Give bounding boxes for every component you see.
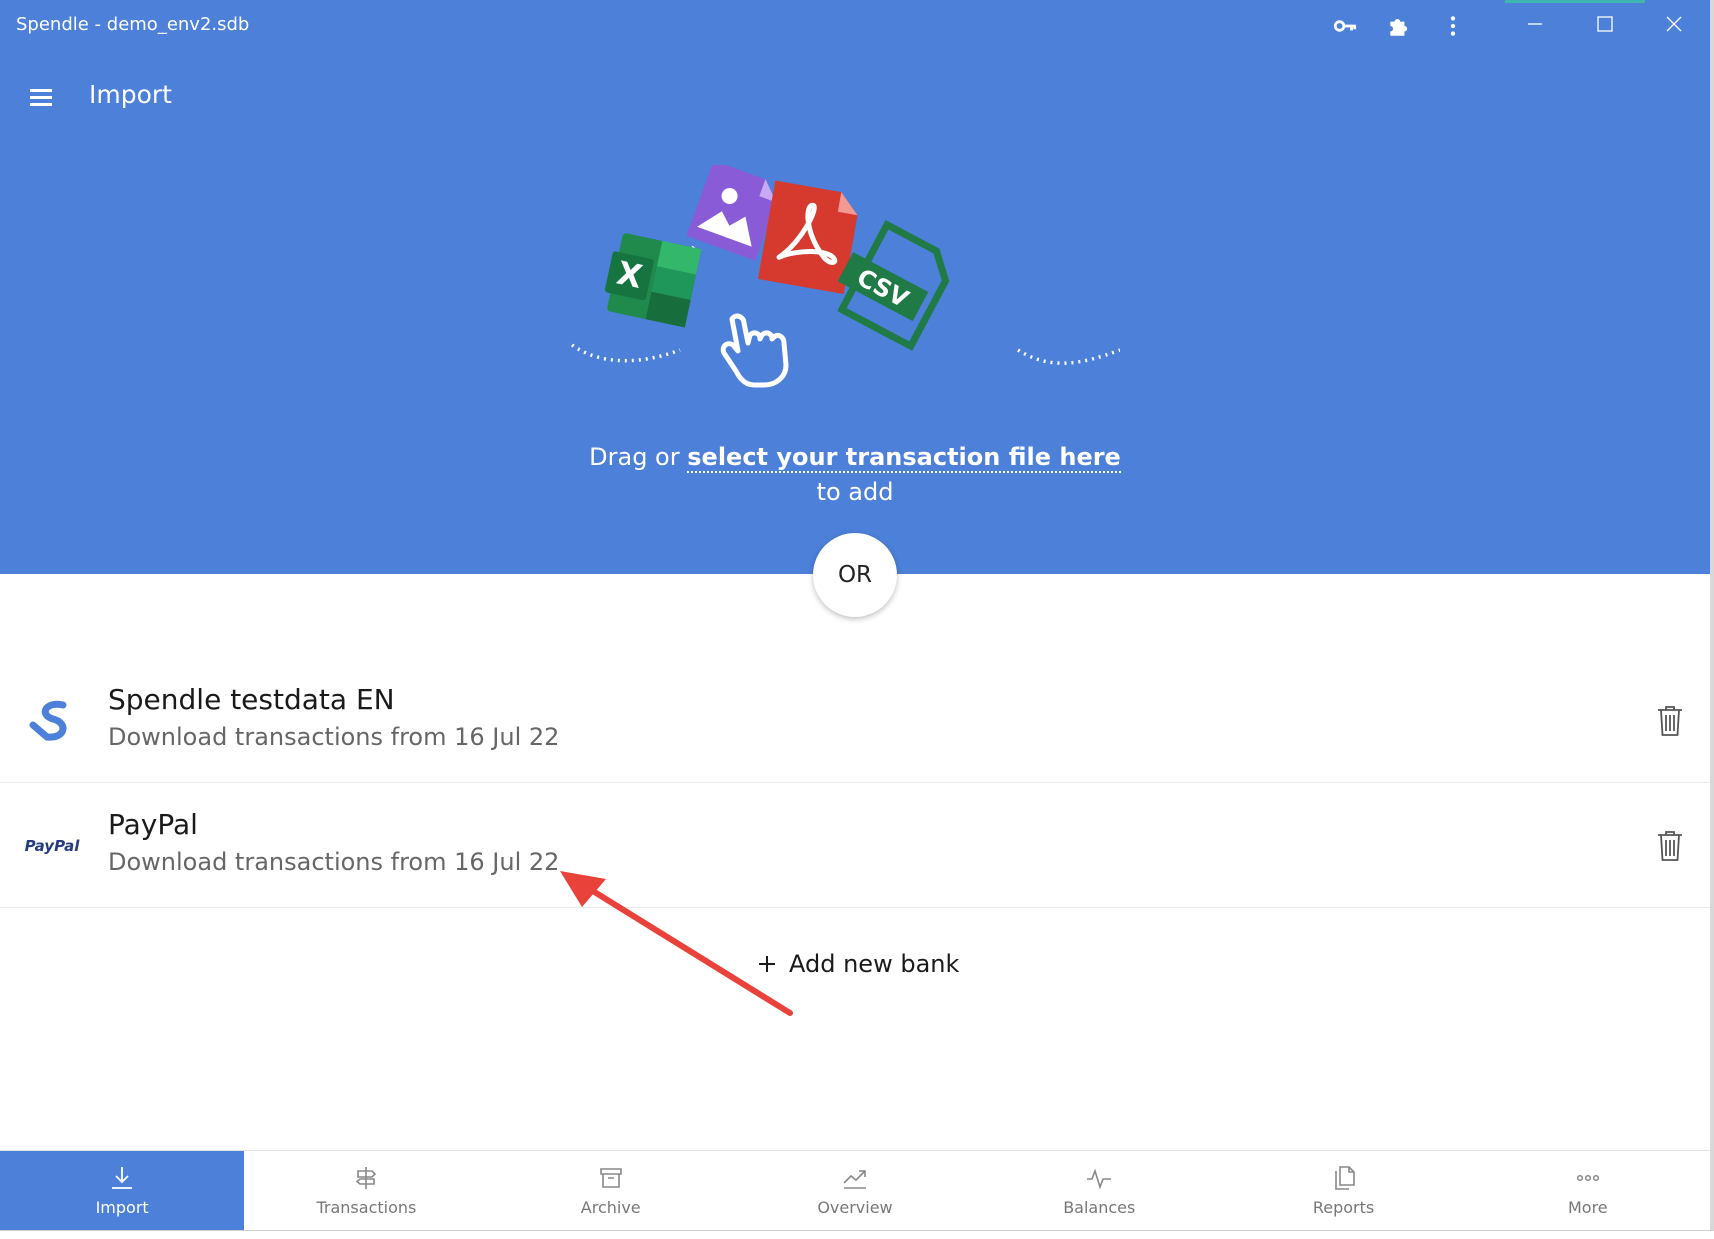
archive-icon	[599, 1168, 622, 1188]
or-separator: OR	[813, 533, 897, 617]
window-frame-bottom	[0, 1230, 1714, 1239]
drop-suffix: to add	[816, 478, 894, 506]
app-window: Spendle - demo_env2.sdb Import X CSV Dra…	[0, 0, 1714, 1239]
nav-label: Archive	[580, 1198, 641, 1217]
extensions-button[interactable]	[1381, 8, 1417, 44]
nav-label: Transactions	[316, 1198, 417, 1217]
import-dropzone[interactable]: Spendle - demo_env2.sdb Import X CSV Dra…	[0, 0, 1714, 574]
trash-icon	[1658, 706, 1682, 736]
bank-subtitle: Download transactions from 16 Jul 22	[108, 848, 560, 876]
file-types-illustration: X CSV	[570, 165, 1120, 388]
nav-label: Balances	[1063, 1198, 1136, 1217]
bank-row-spendle[interactable]: Spendle testdata EN Download transaction…	[0, 659, 1710, 783]
kebab-icon	[1450, 16, 1456, 36]
excel-file-icon: X	[604, 233, 702, 328]
minimize-button[interactable]	[1505, 4, 1565, 44]
bottom-navigation: Import Transactions Archive Overview Bal…	[0, 1150, 1710, 1230]
download-icon	[112, 1167, 133, 1189]
hand-pointer-icon	[720, 313, 789, 388]
nav-archive[interactable]: Archive	[489, 1151, 733, 1230]
window-title: Spendle - demo_env2.sdb	[16, 14, 250, 35]
bank-subtitle: Download transactions from 16 Jul 22	[108, 723, 560, 751]
maximize-icon	[1597, 16, 1613, 32]
nav-balances[interactable]: Balances	[977, 1151, 1221, 1230]
nav-more[interactable]: More	[1466, 1151, 1710, 1230]
more-dots-icon	[1576, 1174, 1599, 1182]
hamburger-icon	[30, 89, 52, 106]
bank-name: PayPal	[108, 808, 198, 841]
more-menu-button[interactable]	[1435, 8, 1471, 44]
close-button[interactable]	[1644, 4, 1704, 44]
bank-row-paypal[interactable]: PayPal PayPal Download transactions from…	[0, 784, 1710, 908]
signpost-icon	[356, 1167, 377, 1189]
pulse-icon	[1087, 1168, 1112, 1190]
nav-reports[interactable]: Reports	[1221, 1151, 1465, 1230]
annotation-arrow	[560, 871, 793, 1016]
reports-icon	[1334, 1166, 1355, 1190]
nav-label: Overview	[817, 1198, 893, 1217]
spendle-logo-icon	[22, 695, 82, 747]
trend-icon	[843, 1170, 866, 1189]
bank-name: Spendle testdata EN	[108, 683, 395, 716]
puzzle-icon	[1390, 18, 1408, 36]
paypal-logo-text: PayPal	[24, 837, 80, 855]
trash-icon	[1658, 831, 1682, 861]
nav-transactions[interactable]: Transactions	[244, 1151, 488, 1230]
hamburger-menu-button[interactable]	[24, 80, 60, 116]
close-icon	[1666, 16, 1682, 32]
nav-overview[interactable]: Overview	[733, 1151, 977, 1230]
maximize-button[interactable]	[1575, 4, 1635, 44]
nav-import[interactable]: Import	[0, 1151, 245, 1230]
key-button[interactable]	[1327, 8, 1363, 44]
add-new-bank-label: Add new bank	[789, 950, 960, 978]
nav-label: Import	[95, 1198, 149, 1217]
delete-bank-button[interactable]	[1650, 701, 1690, 741]
drop-prefix: Drag or	[589, 443, 688, 471]
delete-bank-button[interactable]	[1650, 826, 1690, 866]
key-icon	[1333, 20, 1357, 32]
title-bar: Spendle - demo_env2.sdb	[0, 0, 1714, 50]
paypal-logo-icon: PayPal	[22, 820, 82, 872]
select-file-link[interactable]: select your transaction file here	[687, 443, 1121, 473]
nav-label: Reports	[1312, 1198, 1375, 1217]
dropzone-text: Drag or select your transaction file her…	[0, 440, 1710, 510]
page-title: Import	[89, 80, 172, 109]
minimize-icon	[1528, 23, 1542, 25]
window-frame-right	[1710, 0, 1714, 1239]
nav-label: More	[1567, 1198, 1608, 1217]
